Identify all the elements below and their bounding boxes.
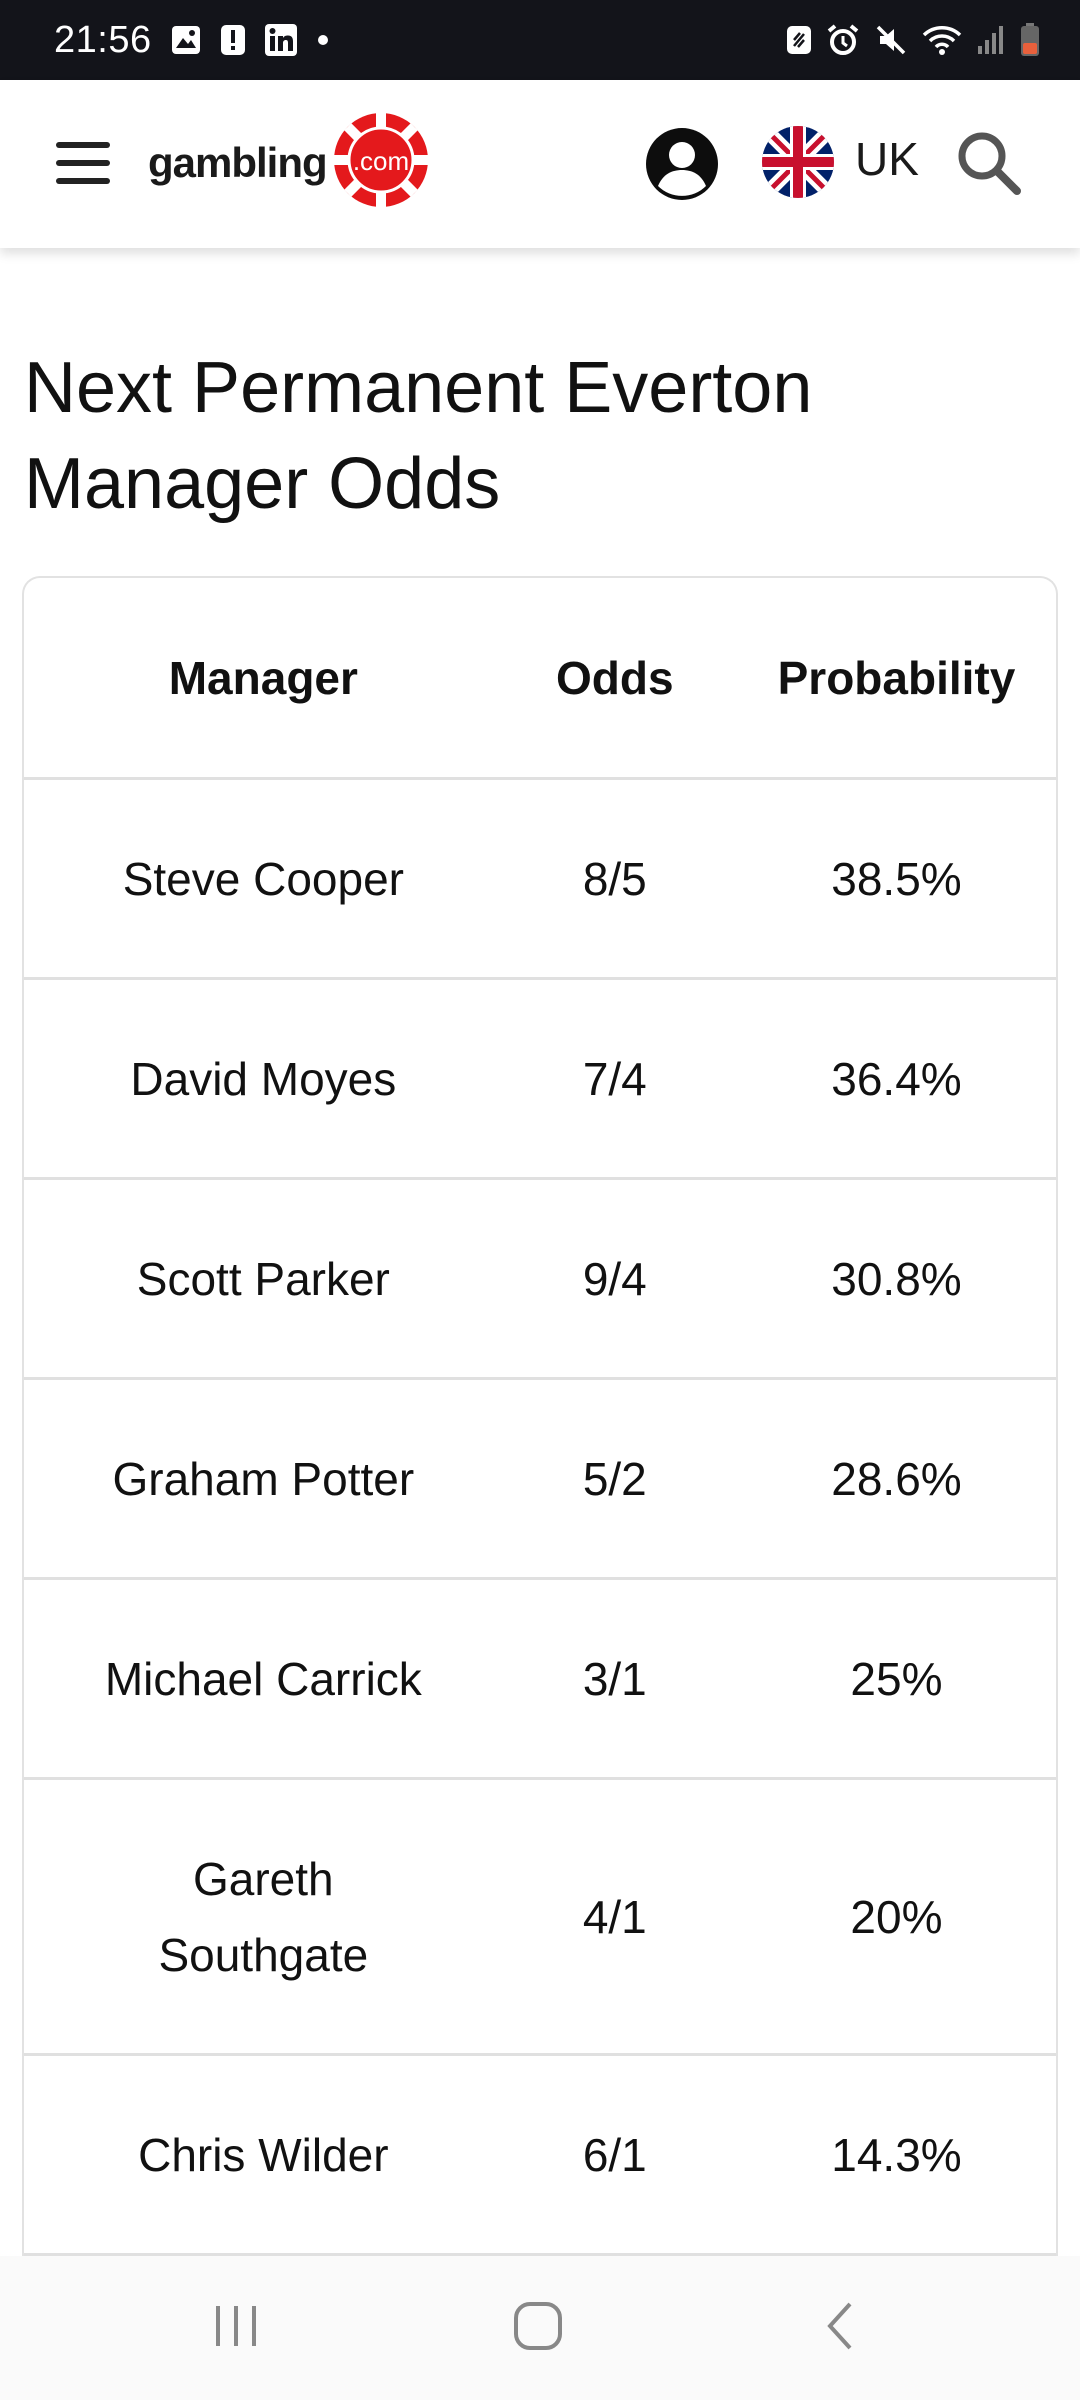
table-row: Michael Carrick 3/1 25%: [24, 1580, 1056, 1780]
table-row: David Moyes 7/4 36.4%: [24, 980, 1056, 1180]
manager-name: Scott Parker: [136, 1252, 390, 1305]
table-row: Gareth Southgate 4/1 20%: [24, 1780, 1056, 2056]
status-time: 21:56: [54, 18, 152, 61]
home-icon[interactable]: [508, 2296, 568, 2361]
probability-value: 25%: [850, 1652, 943, 1705]
manager-name-cell: Gareth Southgate: [24, 1841, 493, 1993]
manager-name: Chris Wilder: [138, 2128, 389, 2181]
alarm-icon: [826, 23, 860, 57]
table-row: Scott Parker 9/4 30.8%: [24, 1180, 1056, 1380]
site-logo[interactable]: gambling .com: [148, 110, 431, 215]
gallery-icon: [170, 24, 202, 56]
recents-icon[interactable]: [206, 2296, 266, 2361]
table-row: Graham Potter 5/2 28.6%: [24, 1380, 1056, 1580]
linkedin-icon: [264, 23, 298, 57]
search-icon[interactable]: [954, 128, 1024, 198]
region-label[interactable]: UK: [855, 132, 919, 186]
odds-value: 7/4: [582, 1052, 647, 1105]
dot-icon: [316, 33, 330, 47]
manager-name: Michael Carrick: [104, 1652, 422, 1705]
probability-value: 20%: [850, 1890, 943, 1943]
column-header-odds: Odds: [556, 651, 674, 704]
logo-chip-text: .com: [353, 146, 409, 176]
odds-value: 6/1: [582, 2128, 647, 2181]
table-header-row: Manager Odds Probability: [24, 578, 1056, 780]
nfc-icon: [786, 24, 812, 56]
probability-value: 14.3%: [831, 2128, 962, 2181]
poker-chip-icon: .com: [331, 110, 431, 215]
status-bar: 21:56: [0, 0, 1080, 80]
uk-flag-icon[interactable]: [762, 126, 834, 198]
signal-icon: [976, 24, 1006, 56]
manager-name: David Moyes: [130, 1052, 397, 1105]
page-title-line2: Manager Odds: [24, 444, 501, 524]
wifi-icon: [922, 23, 962, 57]
menu-icon[interactable]: [56, 142, 110, 184]
table-row: Steve Cooper 8/5 38.5%: [24, 780, 1056, 980]
mute-icon: [874, 23, 908, 57]
alert-icon: [220, 24, 246, 56]
account-icon[interactable]: [644, 126, 720, 202]
odds-table: Manager Odds Probability Steve Cooper 8/…: [22, 576, 1058, 2256]
battery-icon: [1020, 23, 1040, 57]
system-nav-bar: [0, 2256, 1080, 2400]
probability-value: 38.5%: [831, 852, 962, 905]
manager-name: Steve Cooper: [122, 852, 404, 905]
page-title-line1: Next Permanent Everton: [24, 348, 813, 428]
column-header-probability: Probability: [777, 651, 1016, 704]
probability-value: 28.6%: [831, 1452, 962, 1505]
odds-value: 4/1: [582, 1890, 647, 1943]
manager-name: Graham Potter: [112, 1452, 415, 1505]
odds-value: 8/5: [582, 852, 647, 905]
probability-value: 30.8%: [831, 1252, 962, 1305]
table-row: Chris Wilder 6/1 14.3%: [24, 2056, 1056, 2256]
odds-value: 9/4: [582, 1252, 647, 1305]
column-header-manager: Manager: [168, 651, 358, 704]
logo-text: gambling: [148, 138, 328, 186]
manager-name: Gareth Southgate: [158, 1852, 369, 1981]
site-header: gambling .com UK: [0, 80, 1080, 248]
odds-value: 3/1: [582, 1652, 647, 1705]
odds-value: 5/2: [582, 1452, 647, 1505]
probability-value: 36.4%: [831, 1052, 962, 1105]
back-icon[interactable]: [812, 2296, 872, 2361]
page-title: Next Permanent Everton Manager Odds: [24, 340, 1024, 532]
